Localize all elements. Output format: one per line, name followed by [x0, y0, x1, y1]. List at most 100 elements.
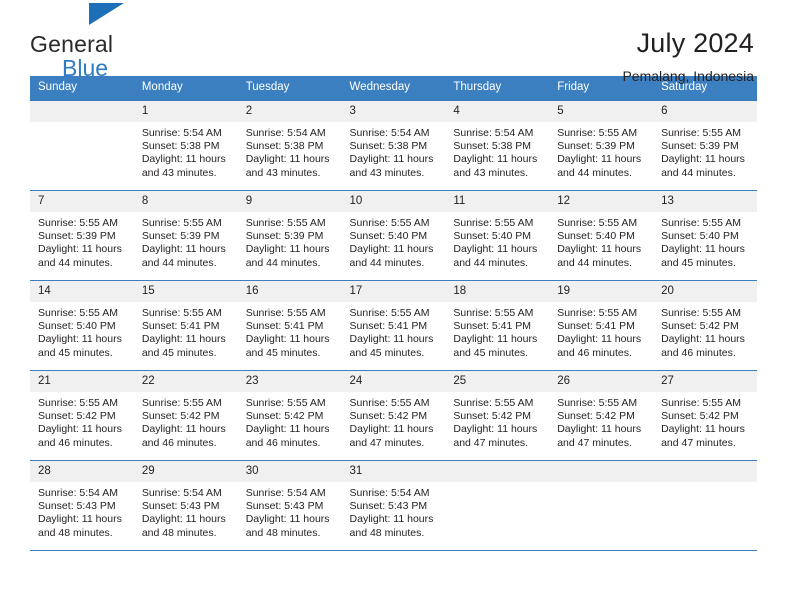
calendar-day-cell[interactable]: 14 Sunrise: 5:55 AM Sunset: 5:40 PM Dayligh…: [30, 280, 134, 371]
day-sun-info: Sunrise: 5:54 AM Sunset: 5:38 PM Daylight:…: [342, 122, 446, 180]
brand-name-blue: Blue: [62, 55, 109, 81]
daylight-text: Daylight: 11 hours: [557, 243, 642, 256]
calendar-day-cell[interactable]: 23 Sunrise: 5:55 AM Sunset: 5:42 PM Dayligh…: [237, 370, 342, 461]
day-sun-info: Sunrise: 5:55 AM Sunset: 5:42 PM Daylight:…: [30, 392, 134, 450]
day-number: [445, 461, 550, 482]
day-cell-content: 23 Sunrise: 5:55 AM Sunset: 5:42 PM Dayligh…: [237, 371, 342, 460]
sunrise-text: Sunrise: 5:54 AM: [38, 487, 118, 499]
calendar-day-cell[interactable]: 4 Sunrise: 5:54 AM Sunset: 5:38 PM Daylight…: [445, 100, 550, 191]
day-sun-info: Sunrise: 5:54 AM Sunset: 5:38 PM Daylight:…: [445, 122, 549, 180]
day-cell-content: [653, 461, 757, 550]
daylight-text: Daylight: 11 hours: [141, 333, 226, 346]
day-number: 29: [133, 461, 238, 482]
calendar-day-cell[interactable]: 20 Sunrise: 5:55 AM Sunset: 5:42 PM Dayligh…: [653, 280, 757, 371]
calendar-day-cell[interactable]: 7 Sunrise: 5:55 AM Sunset: 5:39 PM Daylight…: [30, 190, 134, 281]
sunrise-text: Sunrise: 5:55 AM: [557, 127, 638, 139]
day-cell-content: 11 Sunrise: 5:55 AM Sunset: 5:40 PM Dayligh…: [445, 191, 550, 280]
day-sun-info: Sunrise: 5:55 AM Sunset: 5:42 PM Daylight:…: [549, 392, 653, 450]
sunset-text: Sunset: 5:42 PM: [141, 410, 220, 423]
calendar-day-cell[interactable]: 1 Sunrise: 5:54 AM Sunset: 5:38 PM Daylight…: [133, 100, 238, 191]
day-cell-content: 6 Sunrise: 5:55 AM Sunset: 5:39 PM Daylight…: [653, 101, 757, 190]
daylight-text: Daylight: 11 hours: [38, 513, 122, 526]
day-number: 3: [341, 101, 446, 122]
day-cell-content: [549, 461, 654, 550]
daylight-text: and 48 minutes.: [38, 526, 113, 539]
calendar-day-cell[interactable]: 26 Sunrise: 5:55 AM Sunset: 5:42 PM Dayligh…: [549, 370, 654, 461]
calendar-day-cell[interactable]: 17 Sunrise: 5:55 AM Sunset: 5:41 PM Dayligh…: [341, 280, 446, 371]
sunrise-text: Sunrise: 5:55 AM: [557, 217, 638, 229]
calendar-day-cell[interactable]: 9 Sunrise: 5:55 AM Sunset: 5:39 PM Daylight…: [237, 190, 342, 281]
day-sun-info: Sunrise: 5:55 AM Sunset: 5:39 PM Daylight:…: [134, 212, 238, 270]
day-cell-content: 22 Sunrise: 5:55 AM Sunset: 5:42 PM Dayligh…: [133, 371, 238, 460]
calendar-day-cell[interactable]: 25 Sunrise: 5:55 AM Sunset: 5:42 PM Dayligh…: [445, 370, 550, 461]
day-cell-content: 24 Sunrise: 5:55 AM Sunset: 5:42 PM Dayligh…: [341, 371, 446, 460]
sunrise-text: Sunrise: 5:55 AM: [453, 307, 534, 319]
calendar-day-cell[interactable]: 22 Sunrise: 5:55 AM Sunset: 5:42 PM Dayligh…: [133, 370, 238, 461]
title-block: July 2024 Pemalang, Indonesia: [622, 28, 756, 85]
calendar-day-cell[interactable]: 11 Sunrise: 5:55 AM Sunset: 5:40 PM Dayligh…: [445, 190, 550, 281]
sunrise-text: Sunrise: 5:55 AM: [661, 307, 742, 319]
daylight-text: Daylight: 11 hours: [245, 333, 330, 346]
daylight-text: Daylight: 11 hours: [141, 243, 226, 256]
calendar-day-cell[interactable]: 12 Sunrise: 5:55 AM Sunset: 5:40 PM Dayligh…: [549, 190, 654, 281]
sunrise-text: Sunrise: 5:55 AM: [245, 217, 326, 229]
sunrise-text: Sunrise: 5:55 AM: [453, 217, 534, 229]
daylight-text: and 44 minutes.: [349, 256, 425, 269]
calendar-day-cell[interactable]: 27 Sunrise: 5:55 AM Sunset: 5:42 PM Dayligh…: [653, 370, 757, 461]
calendar-day-cell[interactable]: 16 Sunrise: 5:55 AM Sunset: 5:41 PM Dayligh…: [237, 280, 342, 371]
calendar-day-cell[interactable]: 19 Sunrise: 5:55 AM Sunset: 5:41 PM Dayligh…: [549, 280, 654, 371]
calendar-day-cell[interactable]: 21 Sunrise: 5:55 AM Sunset: 5:42 PM Dayligh…: [30, 370, 134, 461]
sunrise-text: Sunrise: 5:54 AM: [245, 127, 326, 139]
day-sun-info: Sunrise: 5:55 AM Sunset: 5:40 PM Daylight:…: [30, 302, 134, 360]
day-sun-info: Sunrise: 5:55 AM Sunset: 5:40 PM Daylight:…: [445, 212, 549, 270]
day-sun-info: Sunrise: 5:55 AM Sunset: 5:41 PM Daylight:…: [134, 302, 238, 360]
calendar-day-cell[interactable]: 6 Sunrise: 5:55 AM Sunset: 5:39 PM Daylight…: [653, 100, 757, 191]
calendar-day-cell[interactable]: 3 Sunrise: 5:54 AM Sunset: 5:38 PM Daylight…: [341, 100, 446, 191]
calendar-day-cell[interactable]: 8 Sunrise: 5:55 AM Sunset: 5:39 PM Daylight…: [133, 190, 238, 281]
calendar-day-cell[interactable]: 31 Sunrise: 5:54 AM Sunset: 5:43 PM Dayligh…: [341, 460, 446, 551]
calendar-day-cell[interactable]: 2 Sunrise: 5:54 AM Sunset: 5:38 PM Daylight…: [237, 100, 342, 191]
day-sun-info: Sunrise: 5:55 AM Sunset: 5:39 PM Daylight:…: [238, 212, 342, 270]
sunset-text: Sunset: 5:42 PM: [38, 410, 116, 423]
day-number: 20: [653, 281, 757, 302]
general-blue-logo[interactable]: General Blue: [30, 3, 124, 81]
day-sun-info: Sunrise: 5:55 AM Sunset: 5:42 PM Daylight:…: [653, 392, 757, 450]
daylight-text: and 45 minutes.: [453, 346, 529, 359]
day-number: 19: [549, 281, 654, 302]
daylight-text: Daylight: 11 hours: [141, 423, 226, 436]
sunrise-text: Sunrise: 5:55 AM: [349, 397, 430, 409]
day-cell-content: 19 Sunrise: 5:55 AM Sunset: 5:41 PM Dayligh…: [549, 281, 654, 370]
sunset-text: Sunset: 5:43 PM: [349, 500, 428, 513]
calendar-day-cell[interactable]: 10 Sunrise: 5:55 AM Sunset: 5:40 PM Dayligh…: [341, 190, 446, 281]
calendar-day-cell[interactable]: 24 Sunrise: 5:55 AM Sunset: 5:42 PM Dayligh…: [341, 370, 446, 461]
day-number: 12: [549, 191, 654, 212]
day-number: 2: [237, 101, 342, 122]
daylight-text: and 45 minutes.: [141, 346, 217, 359]
calendar-day-cell[interactable]: 30 Sunrise: 5:54 AM Sunset: 5:43 PM Dayligh…: [237, 460, 342, 551]
sunset-text: Sunset: 5:41 PM: [141, 320, 220, 333]
calendar-week-row: 14 Sunrise: 5:55 AM Sunset: 5:40 PM Dayligh…: [30, 280, 757, 371]
calendar-day-cell[interactable]: 28 Sunrise: 5:54 AM Sunset: 5:43 PM Dayligh…: [30, 460, 134, 551]
sunrise-text: Sunrise: 5:55 AM: [661, 217, 742, 229]
brand-flag-icon: [89, 3, 124, 25]
day-cell-content: 15 Sunrise: 5:55 AM Sunset: 5:41 PM Dayligh…: [133, 281, 238, 370]
day-number: 6: [653, 101, 757, 122]
daylight-text: and 46 minutes.: [38, 436, 113, 449]
calendar-day-cell[interactable]: 13 Sunrise: 5:55 AM Sunset: 5:40 PM Dayligh…: [653, 190, 757, 281]
calendar-day-cell[interactable]: 15 Sunrise: 5:55 AM Sunset: 5:41 PM Dayligh…: [133, 280, 238, 371]
calendar-day-cell[interactable]: 18 Sunrise: 5:55 AM Sunset: 5:41 PM Dayligh…: [445, 280, 550, 371]
day-cell-content: 30 Sunrise: 5:54 AM Sunset: 5:43 PM Dayligh…: [237, 461, 342, 550]
sunset-text: Sunset: 5:41 PM: [349, 320, 428, 333]
sunset-text: Sunset: 5:39 PM: [661, 140, 739, 153]
calendar-week-row: 28 Sunrise: 5:54 AM Sunset: 5:43 PM Dayligh…: [30, 460, 757, 551]
calendar-day-cell[interactable]: 29 Sunrise: 5:54 AM Sunset: 5:43 PM Dayligh…: [133, 460, 238, 551]
daylight-text: Daylight: 11 hours: [661, 243, 745, 256]
daylight-text: Daylight: 11 hours: [349, 243, 434, 256]
calendar-day-cell[interactable]: 5 Sunrise: 5:55 AM Sunset: 5:39 PM Daylight…: [549, 100, 654, 191]
day-cell-content: [445, 461, 550, 550]
sunrise-text: Sunrise: 5:55 AM: [661, 127, 742, 139]
sunset-text: Sunset: 5:39 PM: [38, 230, 116, 243]
day-sun-info: Sunrise: 5:55 AM Sunset: 5:39 PM Daylight:…: [549, 122, 653, 180]
sunset-text: Sunset: 5:38 PM: [453, 140, 532, 153]
daylight-text: and 46 minutes.: [557, 346, 632, 359]
